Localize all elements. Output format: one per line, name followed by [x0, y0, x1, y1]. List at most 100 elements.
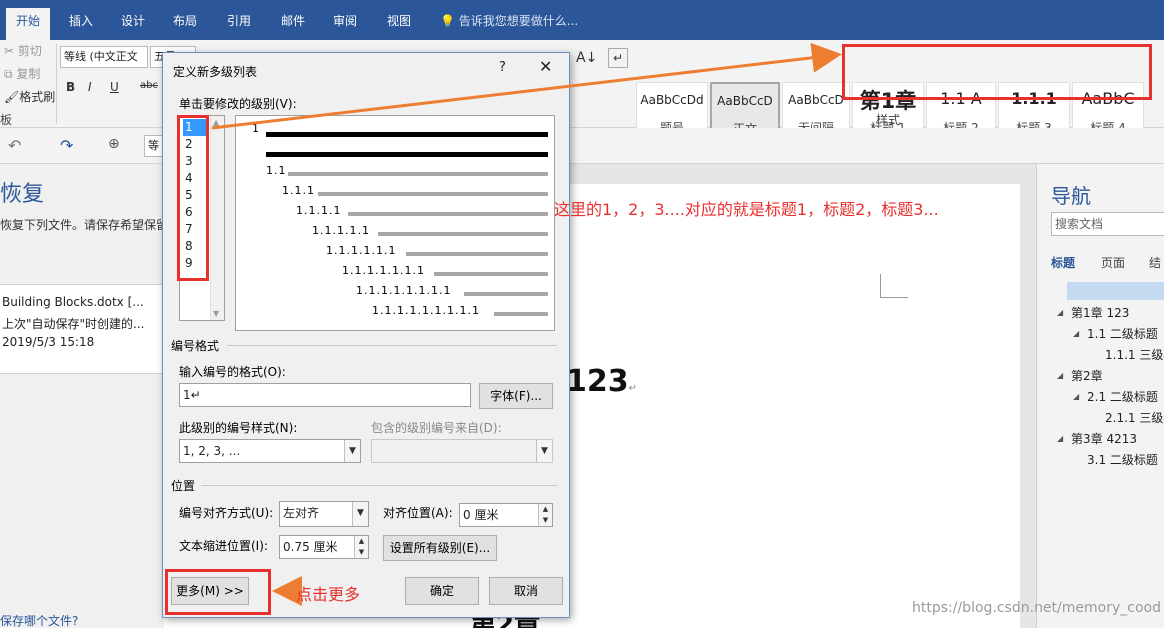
number-style-select[interactable]: 1, 2, 3, ... ▼ [179, 439, 361, 463]
number-format-section: 编号格式 [171, 339, 220, 353]
nav-item[interactable]: 第3章 4213 [1071, 430, 1137, 447]
nav-item[interactable]: 第2章 [1071, 367, 1103, 384]
preview-number: 1.1.1 [282, 184, 315, 197]
tab-references[interactable]: 引用 [218, 8, 260, 40]
divider [201, 485, 557, 486]
copy-button[interactable]: ⧉ 复制 [4, 65, 40, 82]
ok-button[interactable]: 确定 [405, 577, 479, 605]
chevron-down-icon: ▼ [536, 440, 552, 462]
copy-icon: ⧉ [4, 67, 13, 81]
nav-item[interactable]: 2.1 二级标题 [1087, 388, 1158, 405]
headings-highlight-box [842, 44, 1152, 100]
bold-button[interactable]: B [66, 80, 75, 94]
redo-icon[interactable]: ↷ [60, 136, 73, 155]
cut-button[interactable]: ✂ 剪切 [4, 42, 42, 59]
levels-highlight-box [177, 115, 209, 281]
preview-number: 1 [252, 122, 260, 135]
tab-mailings[interactable]: 邮件 [272, 8, 314, 40]
expand-icon[interactable]: ◢ [1073, 392, 1079, 401]
preview-line [406, 252, 548, 256]
preview-number: 1.1.1.1.1.1.1.1 [356, 284, 452, 297]
lightbulb-icon: 💡 [440, 14, 455, 28]
font-name-combo[interactable]: 等线 (中文正文 [60, 46, 148, 68]
nav-item[interactable]: 1.1 二级标题 [1087, 325, 1158, 342]
nav-item[interactable]: 3.1 二级标题 [1087, 451, 1158, 468]
recover-description: 恢复下列文件。请保存希望保留 [0, 218, 169, 232]
scroll-up-icon[interactable]: ▲ [213, 118, 219, 127]
spin-arrows-icon[interactable]: ▲ ▼ [354, 536, 368, 558]
tell-me-box[interactable]: 💡 告诉我您想要做什么... [440, 12, 578, 29]
chevron-down-icon: ▼ [352, 502, 368, 526]
tab-view[interactable]: 视图 [378, 8, 420, 40]
recover-title: 恢复 [0, 182, 45, 207]
align-at-spinner[interactable]: 0 厘米 ▲ ▼ [459, 503, 553, 527]
nav-item[interactable]: 2.1.1 三级标 [1105, 409, 1164, 426]
nav-tab-results[interactable]: 结 [1149, 254, 1161, 271]
help-icon[interactable]: ? [499, 60, 506, 75]
tab-home[interactable]: 开始 [6, 8, 50, 40]
enter-format-label: 输入编号的格式(O): [179, 365, 286, 379]
preview-line [318, 192, 548, 196]
preview-number: 1.1.1.1.1.1.1.1.1 [372, 304, 480, 317]
tab-review[interactable]: 审阅 [324, 8, 366, 40]
expand-icon[interactable]: ◢ [1057, 371, 1063, 380]
expand-icon[interactable]: ◢ [1073, 329, 1079, 338]
position-section: 位置 [171, 479, 196, 493]
which-file-link[interactable]: 保存哪个文件? [0, 612, 78, 628]
preview-line [434, 272, 548, 276]
level-label: 单击要修改的级别(V): [179, 97, 297, 111]
divider [56, 44, 57, 124]
margin-marker [880, 274, 908, 298]
qat-font-combo[interactable]: 等 [144, 135, 164, 157]
alignment-select[interactable]: 左对齐 ▼ [279, 501, 369, 527]
level-scrollbar[interactable]: ▲ ▼ [210, 116, 224, 320]
divider [227, 345, 557, 346]
spin-arrows-icon[interactable]: ▲ ▼ [538, 504, 552, 526]
tab-insert[interactable]: 插入 [60, 8, 102, 40]
number-format-input[interactable]: 1↵ [179, 383, 471, 407]
tab-layout[interactable]: 布局 [164, 8, 206, 40]
show-marks-icon[interactable]: ↵ [608, 48, 628, 68]
preview-line [266, 152, 548, 157]
explain-annotation: 这里的1，2，3....对应的就是标题1，标题2，标题3... [554, 200, 939, 219]
nav-selected-bar [1067, 282, 1164, 300]
cancel-button[interactable]: 取消 [489, 577, 563, 605]
sort-icon[interactable]: A↓ [576, 50, 597, 66]
preview-number: 1.1 [266, 164, 287, 177]
preview-number: 1.1.1.1.1.1.1 [342, 264, 425, 277]
preview-line [378, 232, 548, 236]
set-all-levels-button[interactable]: 设置所有级别(E)... [383, 535, 497, 561]
underline-button[interactable]: U [110, 80, 119, 94]
align-label: 编号对齐方式(U): [179, 506, 274, 520]
more-highlight-box [165, 569, 271, 615]
nav-item[interactable]: 第1章 123 [1071, 304, 1129, 321]
preview-number: 1.1.1.1 [296, 204, 342, 217]
format-painter-button[interactable]: 🖌格式刷 [4, 88, 55, 105]
strikethrough-button[interactable]: abc [140, 80, 158, 91]
close-icon[interactable]: ✕ [539, 57, 552, 76]
preview-line [464, 292, 548, 296]
touch-mode-icon[interactable]: ⊕ [108, 136, 120, 152]
preview-number: 1.1.1.1.1.1 [326, 244, 397, 257]
indent-label: 文本缩进位置(I): [179, 539, 268, 553]
chevron-down-icon: ▼ [344, 440, 360, 462]
nav-item[interactable]: 1.1.1 三级标 [1105, 346, 1164, 363]
undo-icon[interactable]: ↶ [8, 136, 21, 155]
preview-number: 1.1.1.1.1 [312, 224, 370, 237]
nav-tab-headings[interactable]: 标题 [1051, 254, 1075, 271]
recovered-file-item[interactable]: Building Blocks.dotx [... 上次"自动保存"时创建的..… [0, 284, 164, 374]
expand-icon[interactable]: ◢ [1057, 434, 1063, 443]
tab-design[interactable]: 设计 [112, 8, 154, 40]
indent-spinner[interactable]: 0.75 厘米 ▲ ▼ [279, 535, 369, 559]
number-style-label: 此级别的编号样式(N): [179, 421, 298, 435]
nav-tab-pages[interactable]: 页面 [1101, 254, 1125, 271]
preview-line [348, 212, 548, 216]
dialog-title: 定义新多级列表 [173, 65, 258, 79]
nav-search-input[interactable]: 搜索文档 [1051, 212, 1164, 236]
scroll-down-icon[interactable]: ▼ [213, 309, 219, 318]
italic-button[interactable]: I [88, 80, 92, 94]
include-from-select[interactable]: ▼ [371, 439, 553, 463]
font-button[interactable]: 字体(F)... [479, 383, 553, 409]
expand-icon[interactable]: ◢ [1057, 308, 1063, 317]
ribbon-tab-bar: 开始 插入 设计 布局 引用 邮件 审阅 视图 💡 告诉我您想要做什么... [0, 0, 1164, 40]
